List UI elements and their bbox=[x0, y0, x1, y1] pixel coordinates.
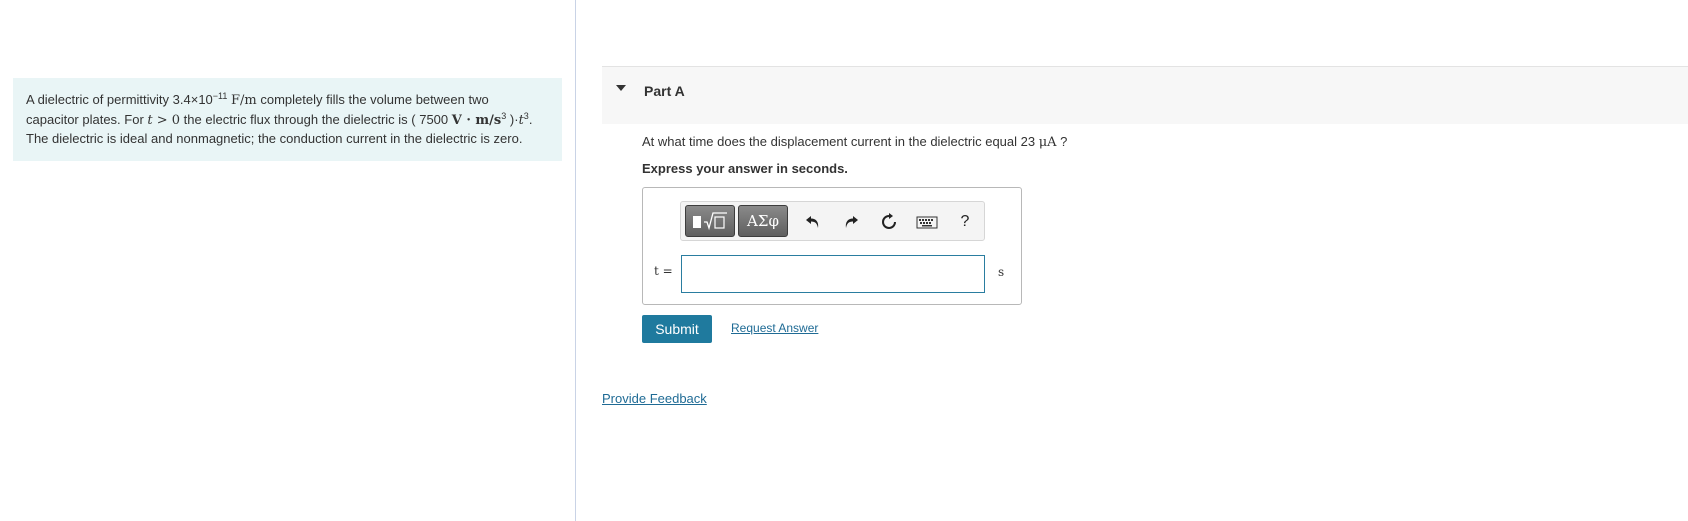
problem-text: capacitor plates. For bbox=[26, 111, 148, 127]
problem-unit: V · m/s bbox=[451, 112, 502, 128]
answer-variable-label: t = bbox=[654, 264, 673, 278]
undo-icon[interactable] bbox=[801, 210, 825, 234]
problem-text: . bbox=[528, 111, 533, 127]
math-toolbar: ΑΣφ ? bbox=[680, 201, 985, 241]
answer-instruction: Express your answer in seconds. bbox=[642, 161, 848, 176]
problem-condition: > 0 bbox=[152, 112, 181, 128]
problem-text: the electric flux through the dielectric… bbox=[180, 111, 452, 127]
redo-icon[interactable] bbox=[839, 210, 863, 234]
column-divider bbox=[575, 0, 576, 521]
submit-button[interactable]: Submit bbox=[642, 315, 712, 343]
left-column: A dielectric of permittivity 3.4×10−11 F… bbox=[0, 0, 575, 521]
problem-text: )· bbox=[506, 111, 519, 127]
question-unit: μA bbox=[1038, 135, 1057, 150]
problem-text: The dielectric is ideal and nonmagnetic;… bbox=[26, 131, 523, 146]
problem-text: A dielectric of permittivity 3.4×10 bbox=[26, 92, 213, 107]
answer-unit-label: s bbox=[998, 265, 1005, 279]
answer-input[interactable] bbox=[681, 255, 985, 293]
question-end: ? bbox=[1056, 134, 1068, 149]
part-header[interactable]: Part A bbox=[602, 66, 1688, 124]
templates-button[interactable] bbox=[685, 205, 735, 237]
question-text: At what time does the displacement curre… bbox=[642, 134, 1067, 150]
reset-icon[interactable] bbox=[877, 210, 901, 234]
answer-box: ΑΣφ ? t = s bbox=[642, 187, 1022, 305]
part-title: Part A bbox=[644, 83, 685, 99]
symbols-button[interactable]: ΑΣφ bbox=[738, 205, 788, 237]
problem-unit: F/m bbox=[231, 93, 257, 108]
question-body: At what time does the displacement curre… bbox=[642, 134, 1039, 149]
request-answer-link[interactable]: Request Answer bbox=[731, 321, 818, 335]
problem-text: completely fills the volume between two bbox=[256, 92, 489, 107]
keyboard-icon[interactable] bbox=[915, 210, 939, 234]
problem-exponent: −11 bbox=[212, 91, 228, 101]
problem-statement: A dielectric of permittivity 3.4×10−11 F… bbox=[13, 78, 562, 161]
help-icon[interactable]: ? bbox=[953, 210, 977, 234]
templates-icon bbox=[693, 212, 727, 231]
provide-feedback-link[interactable]: Provide Feedback bbox=[602, 391, 707, 406]
caret-down-icon[interactable] bbox=[616, 85, 626, 91]
